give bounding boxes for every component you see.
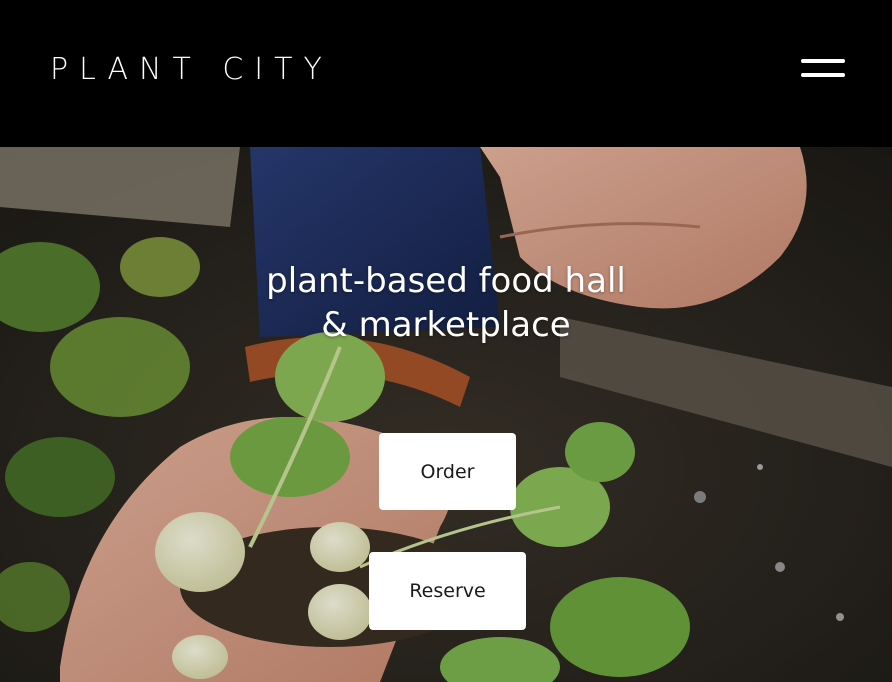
menu-bar-bottom [801, 73, 845, 77]
hamburger-menu-icon[interactable] [801, 58, 845, 80]
site-logo[interactable]: PLANT CITY [50, 52, 333, 88]
tagline-line-2: & marketplace [321, 305, 571, 345]
tagline-line-1: plant-based food hall [266, 261, 626, 301]
site-header: PLANT CITY [0, 0, 892, 147]
menu-bar-top [801, 59, 845, 63]
hero-section: plant-based food hall & marketplace Orde… [0, 147, 892, 682]
reserve-button[interactable]: Reserve [369, 552, 526, 630]
order-button[interactable]: Order [379, 433, 516, 510]
hero-tagline: plant-based food hall & marketplace [0, 259, 892, 347]
